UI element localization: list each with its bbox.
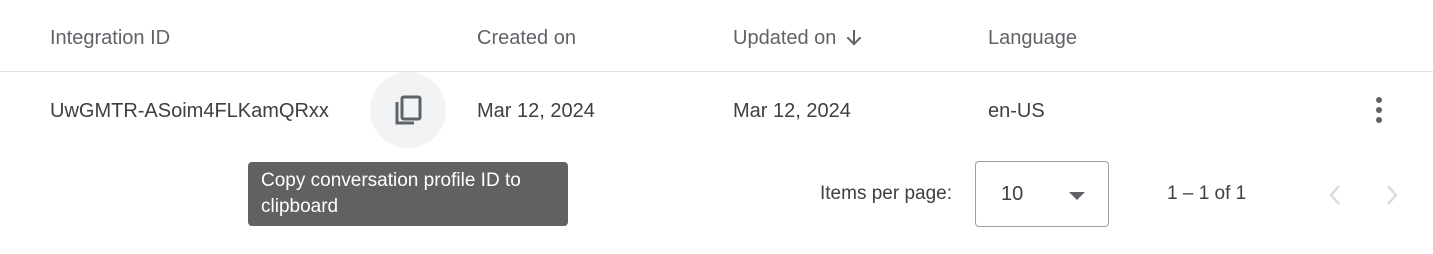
page-size-value: 10	[1001, 183, 1024, 205]
arrow-down-icon	[847, 30, 862, 46]
updated-on-cell: Mar 12, 2024	[733, 99, 851, 122]
integration-id-cell: UwGMTR-ASoim4FLKamQRxx	[50, 100, 329, 122]
copy-id-button[interactable]	[370, 72, 446, 148]
next-page-button[interactable]	[1372, 175, 1412, 215]
content-copy-icon	[395, 95, 422, 125]
chevron-right-icon	[1387, 185, 1398, 205]
table-header-row: Integration ID Created on Updated on Lan…	[0, 0, 1433, 72]
previous-page-button[interactable]	[1315, 175, 1355, 215]
page-size-select[interactable]: 10	[975, 161, 1109, 227]
column-header-language[interactable]: Language	[988, 26, 1077, 50]
chevron-left-icon	[1329, 185, 1340, 205]
copy-tooltip: Copy conversation profile ID to clipboar…	[248, 162, 568, 226]
dropdown-caret-icon	[1069, 192, 1085, 200]
column-header-integration-id[interactable]: Integration ID	[50, 26, 170, 50]
column-header-created-on[interactable]: Created on	[477, 26, 576, 50]
page-range-label: 1 – 1 of 1	[1167, 183, 1247, 204]
column-header-label: Updated on	[733, 26, 837, 49]
items-per-page-label: Items per page:	[820, 183, 953, 204]
column-header-label: Language	[988, 26, 1077, 49]
language-cell: en-US	[988, 99, 1045, 122]
column-header-label: Integration ID	[50, 26, 171, 49]
more-vert-icon	[1376, 97, 1382, 123]
column-header-updated-on[interactable]: Updated on	[733, 26, 862, 50]
row-actions-button[interactable]	[1357, 88, 1401, 132]
created-on-cell: Mar 12, 2024	[477, 99, 595, 122]
conversation-profiles-table: Integration ID Created on Updated on Lan…	[0, 0, 1433, 254]
column-header-label: Created on	[477, 26, 576, 49]
table-row[interactable]: UwGMTR-ASoim4FLKamQRxx Mar 12, 2024 Mar …	[0, 72, 1433, 148]
